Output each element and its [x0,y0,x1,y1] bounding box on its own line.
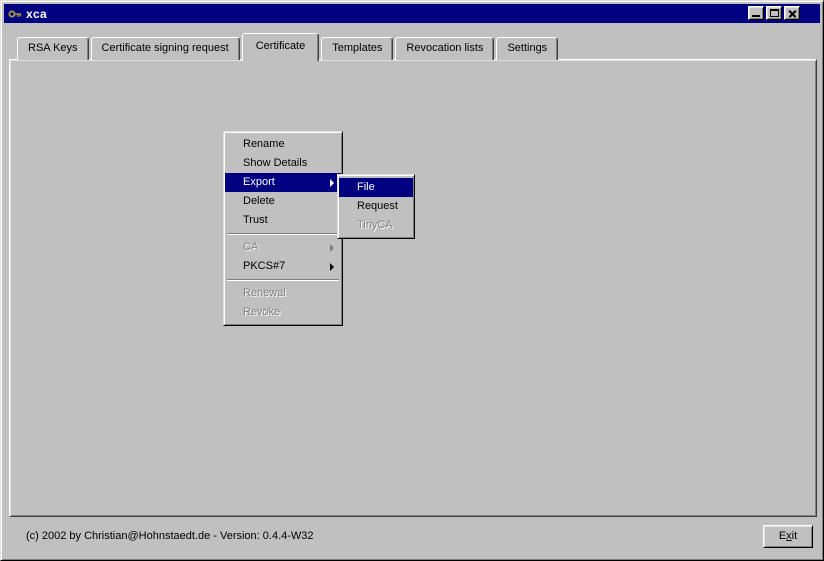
tab-templates[interactable]: Templates [321,37,393,60]
minimize-button[interactable] [748,6,764,20]
menu-item-pkcs7[interactable]: PKCS#7 [225,257,341,276]
app-key-icon [8,7,22,21]
menu-separator [227,279,339,281]
xca-window: xca RSA Keys Certificate signing request… [0,0,824,561]
tab-settings[interactable]: Settings [496,37,558,60]
submenu-item-tinyca[interactable]: TinyCA [339,216,413,235]
context-menu: Rename Show Details Export Delete Trust … [223,131,343,326]
window-title: xca [26,7,47,21]
menu-item-export[interactable]: Export [225,173,341,192]
exit-button[interactable]: Exit [763,525,813,548]
tab-certificate-signing-request[interactable]: Certificate signing request [91,37,240,60]
submenu-item-file[interactable]: File [339,178,413,197]
close-button[interactable] [784,6,800,20]
maximize-button[interactable] [766,6,782,20]
export-submenu: File Request TinyCA [337,174,415,239]
menu-item-ca[interactable]: CA [225,238,341,257]
titlebar: xca [4,4,820,23]
maximize-icon [770,9,779,17]
menu-item-rename[interactable]: Rename [225,135,341,154]
menu-item-delete[interactable]: Delete [225,192,341,211]
copyright-text: (c) 2002 by Christian@Hohnstaedt.de - Ve… [26,530,314,542]
menu-item-renewal[interactable]: Renewal [225,284,341,303]
menu-item-show-details[interactable]: Show Details [225,154,341,173]
submenu-arrow-icon [330,244,334,252]
tab-revocation-lists[interactable]: Revocation lists [395,37,494,60]
tab-rsa-keys[interactable]: RSA Keys [17,37,89,60]
minimize-icon [752,15,760,17]
menu-separator [227,233,339,235]
tab-bar: RSA Keys Certificate signing request Cer… [17,33,560,61]
submenu-arrow-icon [330,179,334,187]
menu-item-trust[interactable]: Trust [225,211,341,230]
tab-certificate[interactable]: Certificate [242,33,320,61]
submenu-item-request[interactable]: Request [339,197,413,216]
menu-item-revoke[interactable]: Revoke [225,303,341,322]
submenu-arrow-icon [330,263,334,271]
certificate-tab-page [9,59,817,517]
